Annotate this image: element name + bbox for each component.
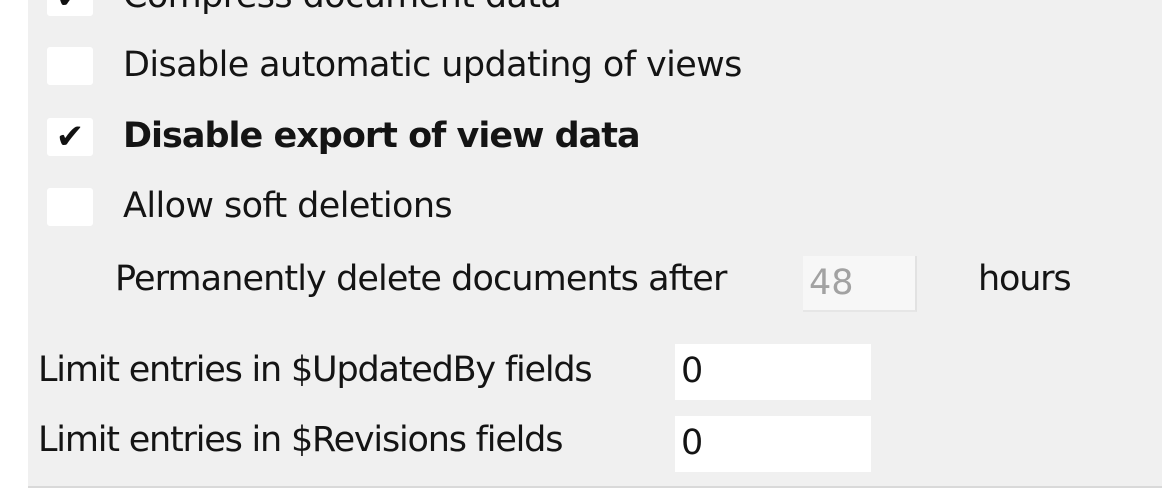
soft-delete-hours-input[interactable]: 48 <box>803 256 917 312</box>
check-icon: ✔ <box>47 0 93 16</box>
checkbox-disable-export[interactable]: ✔ <box>47 118 93 156</box>
label-compress: Compress document data <box>123 0 562 16</box>
option-disable-export[interactable]: ✔ Disable export of view data <box>47 116 747 170</box>
checkbox-compress[interactable]: ✔ <box>47 0 93 16</box>
label-updated-by-limit: Limit entries in $UpdatedBy fields <box>38 350 593 390</box>
label-disable-export: Disable export of view data <box>123 116 641 156</box>
checkbox-soft-deletions[interactable] <box>47 188 93 226</box>
option-compress-document-data[interactable]: ✔ Compress document data <box>47 0 747 30</box>
revisions-limit-input[interactable]: 0 <box>675 416 871 472</box>
advanced-options-section: ✔ Compress document data Disable automat… <box>28 0 1162 486</box>
label-hours-unit: hours <box>978 259 1072 299</box>
label-soft-deletions: Allow soft deletions <box>123 186 453 226</box>
check-icon: ✔ <box>55 117 85 157</box>
updated-by-limit-input[interactable]: 0 <box>675 344 871 400</box>
label-revisions-limit: Limit entries in $Revisions fields <box>38 420 563 460</box>
option-soft-deletions[interactable]: Allow soft deletions <box>47 186 647 240</box>
database-properties-panel: ✔ Compress document data Disable automat… <box>0 0 1162 494</box>
section-divider <box>28 486 1162 488</box>
option-disable-auto-update[interactable]: Disable automatic updating of views <box>47 45 847 99</box>
label-soft-delete-after: Permanently delete documents after <box>115 259 727 299</box>
checkbox-disable-auto-update[interactable] <box>47 47 93 85</box>
label-disable-auto-update: Disable automatic updating of views <box>123 45 742 85</box>
